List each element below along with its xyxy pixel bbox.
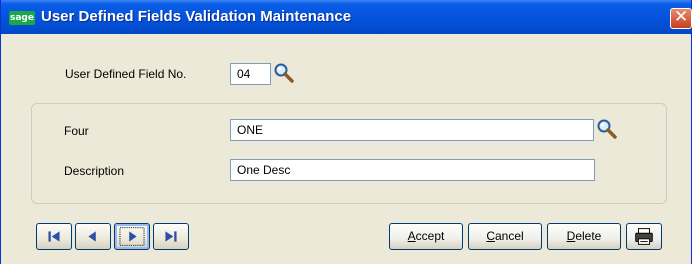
sage-logo: sage bbox=[9, 11, 35, 25]
first-record-icon bbox=[48, 231, 60, 242]
cancel-mnemonic: C bbox=[486, 229, 495, 243]
printer-icon bbox=[635, 228, 653, 245]
magnifier-icon bbox=[274, 63, 294, 83]
accept-button[interactable]: Accept bbox=[389, 223, 463, 250]
four-lookup-button[interactable] bbox=[596, 118, 618, 140]
previous-record-icon bbox=[88, 231, 96, 242]
close-icon: ✕ bbox=[674, 7, 689, 27]
field-no-label: User Defined Field No. bbox=[65, 67, 187, 81]
cancel-label: ancel bbox=[494, 229, 524, 243]
next-record-button[interactable] bbox=[114, 223, 150, 250]
delete-label: elete bbox=[575, 229, 602, 243]
four-label: Four bbox=[64, 124, 89, 138]
delete-button[interactable]: Delete bbox=[547, 223, 621, 250]
first-record-button[interactable] bbox=[36, 223, 72, 250]
description-label: Description bbox=[64, 164, 125, 178]
description-input[interactable]: One Desc bbox=[230, 159, 595, 181]
last-record-button[interactable] bbox=[153, 223, 189, 250]
window-title: User Defined Fields Validation Maintenan… bbox=[41, 8, 352, 25]
magnifier-icon bbox=[597, 119, 617, 139]
print-button[interactable] bbox=[626, 223, 662, 250]
title-bar: sage User Defined Fields Validation Main… bbox=[1, 0, 692, 34]
window: sage User Defined Fields Validation Main… bbox=[0, 0, 692, 264]
field-no-lookup-button[interactable] bbox=[273, 62, 295, 84]
next-record-icon bbox=[119, 227, 145, 246]
field-no-input[interactable]: 04 bbox=[230, 63, 271, 85]
delete-mnemonic: D bbox=[566, 229, 576, 243]
last-record-icon bbox=[165, 231, 177, 242]
accept-label: ccept bbox=[415, 229, 445, 243]
previous-record-button[interactable] bbox=[75, 223, 111, 250]
accept-mnemonic: A bbox=[407, 229, 416, 243]
four-input[interactable]: ONE bbox=[230, 119, 594, 141]
cancel-button[interactable]: Cancel bbox=[468, 223, 542, 250]
close-button[interactable]: ✕ bbox=[670, 7, 692, 29]
